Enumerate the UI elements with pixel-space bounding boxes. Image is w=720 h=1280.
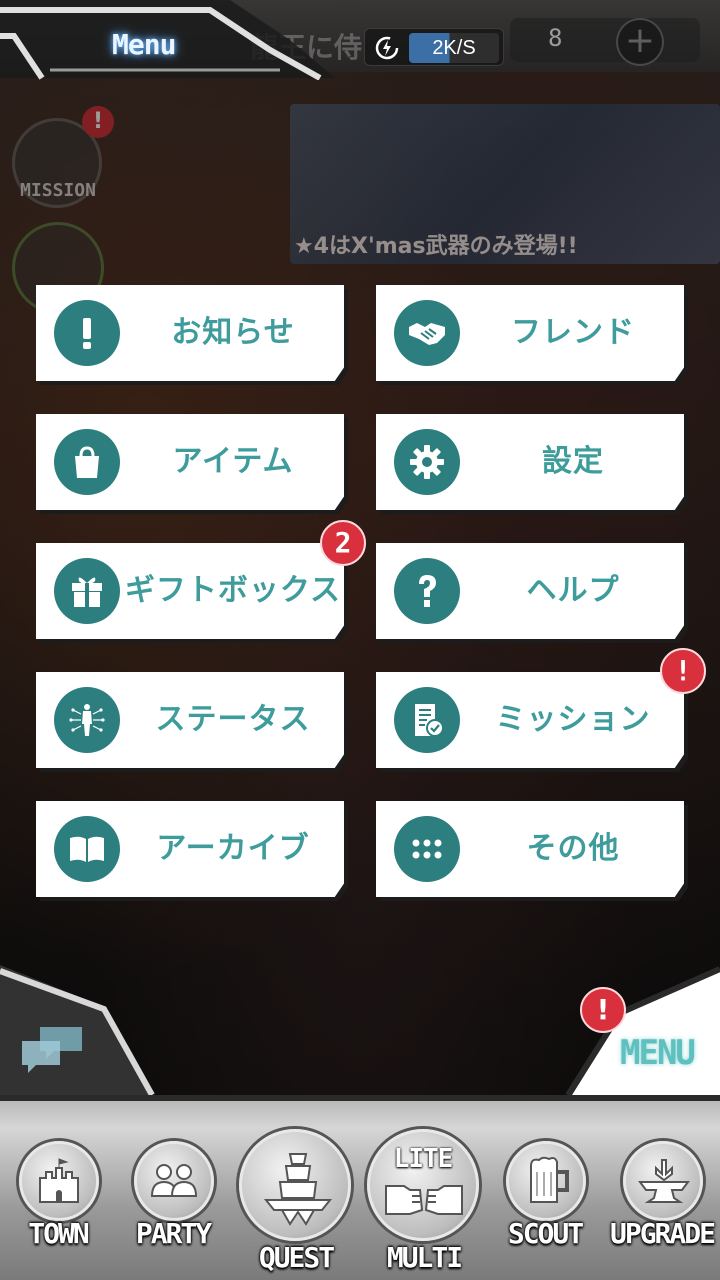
menu-item-label: アイテム xyxy=(172,444,294,479)
mission-side-button[interactable]: MISSION ! xyxy=(12,106,114,208)
mission-alert-badge: ! xyxy=(660,648,706,694)
beer-mug-icon xyxy=(506,1141,586,1221)
menu-item-label: ステータス xyxy=(155,702,311,737)
add-currency-button[interactable]: + xyxy=(616,18,664,66)
currency-count: 8 xyxy=(548,24,563,52)
tower-icon xyxy=(239,1129,351,1241)
nav-town[interactable]: TOWN xyxy=(3,1101,113,1280)
nav-party-label: PARTY xyxy=(135,1217,212,1250)
menu-corner-frame xyxy=(565,966,720,1097)
event-banner[interactable]: ★4はX'mas武器のみ登場!! xyxy=(290,104,720,264)
nav-multi-label: MULTI xyxy=(386,1241,463,1274)
menu-item-status[interactable]: ステータス xyxy=(36,672,344,768)
menu-item-items[interactable]: アイテム xyxy=(36,414,344,510)
group-icon xyxy=(134,1141,214,1221)
event-banner-text: ★4はX'mas武器のみ登場!! xyxy=(294,234,578,259)
sync-bolt-icon xyxy=(375,36,399,60)
nav-upgrade[interactable]: UPGRADE xyxy=(607,1101,717,1280)
currency-box: 8 + xyxy=(510,18,700,66)
menu-item-archive[interactable]: アーカイブ xyxy=(36,801,344,897)
menu-item-friend[interactable]: フレンド xyxy=(376,285,684,381)
gear-icon xyxy=(394,429,460,495)
anvil-icon xyxy=(623,1141,703,1221)
nav-scout-label: SCOUT xyxy=(507,1217,584,1250)
chat-button[interactable] xyxy=(0,965,160,1097)
speed-value: 2K/S xyxy=(409,33,499,63)
handshake-icon xyxy=(394,300,460,366)
mission-side-badge: ! xyxy=(82,106,114,138)
body-status-icon xyxy=(54,687,120,753)
menu-item-label: お知らせ xyxy=(171,315,295,350)
menu-item-label: フレンド xyxy=(511,315,635,350)
menu-toggle-button[interactable]: MENU ! xyxy=(562,965,720,1097)
nav-party[interactable]: PARTY xyxy=(118,1101,228,1280)
nav-upgrade-label: UPGRADE xyxy=(609,1217,716,1250)
nav-multi[interactable]: LITE MULTI xyxy=(367,1101,479,1280)
menu-item-help[interactable]: ヘルプ xyxy=(376,543,684,639)
nav-multi-sublabel: LITE xyxy=(393,1144,454,1174)
chat-corner-frame xyxy=(0,965,155,1097)
bottom-navigation: TOWN PARTY QUEST LITE MULTI SCOUT UPGRAD… xyxy=(0,1095,720,1280)
menu-item-label: その他 xyxy=(526,831,620,866)
mission-side-label: MISSION xyxy=(20,180,96,201)
nav-town-label: TOWN xyxy=(28,1217,89,1250)
dots-grid-icon xyxy=(394,816,460,882)
menu-item-giftbox[interactable]: ギフトボックス xyxy=(36,543,344,639)
menu-alert-badge: ! xyxy=(580,987,626,1033)
menu-item-label: ヘルプ xyxy=(526,573,620,608)
menu-item-label: ミッション xyxy=(495,702,651,737)
menu-item-other[interactable]: その他 xyxy=(376,801,684,897)
menu-item-settings[interactable]: 設定 xyxy=(376,414,684,510)
giftbox-count-badge: 2 xyxy=(320,520,366,566)
download-speed-indicator: 2K/S xyxy=(364,28,504,66)
top-bar: 龍王に侍 2K/S 8 + Menu xyxy=(0,0,720,92)
book-icon xyxy=(54,816,120,882)
mission-document-icon xyxy=(394,687,460,753)
gift-icon xyxy=(54,558,120,624)
castle-icon xyxy=(19,1141,99,1221)
menu-item-mission[interactable]: ミッション xyxy=(376,672,684,768)
menu-item-label: ギフトボックス xyxy=(124,573,342,608)
bag-icon xyxy=(54,429,120,495)
menu-toggle-label: MENU xyxy=(620,1033,696,1073)
menu-item-notice[interactable]: お知らせ xyxy=(36,285,344,381)
menu-item-label: 設定 xyxy=(542,444,604,479)
menu-title-banner: Menu xyxy=(0,0,335,80)
fist-bump-icon: LITE xyxy=(367,1129,479,1241)
exclamation-icon xyxy=(54,300,120,366)
question-icon xyxy=(394,558,460,624)
menu-item-label: アーカイブ xyxy=(156,831,310,866)
nav-quest-label: QUEST xyxy=(258,1241,335,1274)
menu-title: Menu xyxy=(112,28,176,61)
nav-quest[interactable]: QUEST xyxy=(239,1101,351,1280)
nav-scout[interactable]: SCOUT xyxy=(490,1101,600,1280)
